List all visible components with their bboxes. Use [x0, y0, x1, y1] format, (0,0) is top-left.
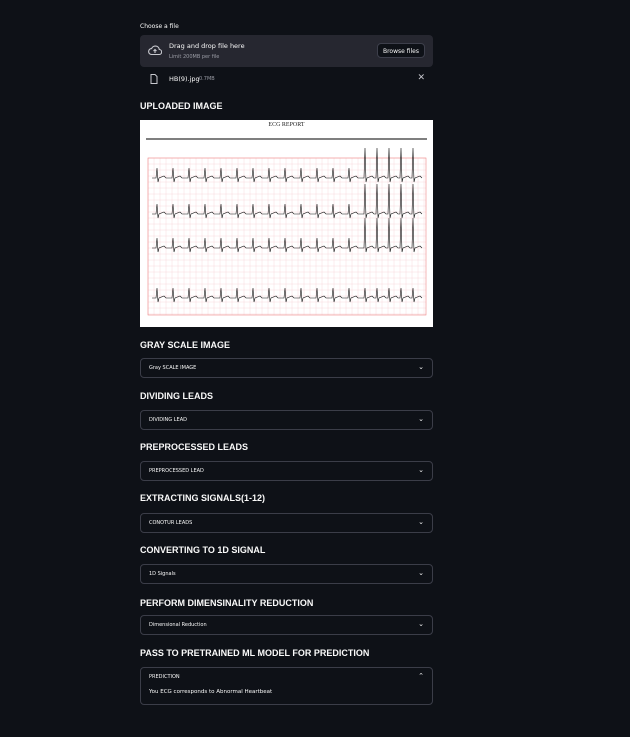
section-expander[interactable]: 1D Signals ⌄: [140, 564, 433, 584]
expander-title: Gray SCALE IMAGE: [149, 365, 197, 371]
chevron-down-icon: ⌄: [418, 415, 424, 423]
uploader-label: Choose a file: [140, 23, 179, 30]
ecg-trace: [152, 147, 423, 183]
section-heading: CONVERTING TO 1D SIGNAL: [140, 545, 266, 555]
section-heading: EXTRACTING SIGNALS(1-12): [140, 493, 266, 503]
file-size: 0.7MB: [199, 76, 215, 82]
section-expander[interactable]: CONOTUR LEADS ⌄: [140, 513, 433, 533]
ecg-trace: [152, 183, 423, 219]
uploaded-file-row: HB(9).jpg 0.7MB ✕: [140, 73, 433, 85]
drag-drop-text: Drag and drop file here: [169, 42, 245, 50]
section-heading: PREPROCESSED LEADS: [140, 442, 249, 452]
ecg-report-image: ECG REPORT: [140, 120, 433, 327]
chevron-down-icon: ⌄: [418, 363, 424, 371]
section-expander[interactable]: Dimensional Reduction ⌄: [140, 615, 433, 635]
section-expander[interactable]: Gray SCALE IMAGE ⌄: [140, 358, 433, 378]
file-icon: [150, 74, 158, 84]
ecg-trace: [152, 217, 423, 253]
prediction-heading: PASS TO PRETRAINED ML MODEL FOR PREDICTI…: [140, 648, 370, 658]
section-heading: PERFORM DIMENSINALITY REDUCTION: [140, 598, 314, 608]
cloud-upload-icon: [148, 45, 162, 56]
remove-file-icon[interactable]: ✕: [417, 73, 425, 83]
expander-title: Dimensional Reduction: [149, 622, 207, 628]
limit-text: Limit 200MB per file: [169, 54, 220, 60]
prediction-expander[interactable]: PREDICTION ⌃ You ECG corresponds to Abno…: [140, 667, 433, 705]
browse-files-button[interactable]: Browse files: [376, 43, 425, 58]
expander-title: DIVIDING LEAD: [149, 417, 187, 423]
chevron-down-icon: ⌄: [418, 569, 424, 577]
uploaded-image-heading: UPLOADED IMAGE: [140, 101, 223, 111]
expander-title: CONOTUR LEADS: [149, 520, 193, 526]
file-name: HB(9).jpg: [169, 75, 200, 83]
chevron-down-icon: ⌄: [418, 466, 424, 474]
section-expander[interactable]: PREPROCESSED LEAD ⌄: [140, 461, 433, 481]
file-dropzone[interactable]: Drag and drop file here Limit 200MB per …: [140, 35, 433, 67]
prediction-expander-title: PREDICTION: [149, 674, 180, 680]
section-expander[interactable]: DIVIDING LEAD ⌄: [140, 410, 433, 430]
section-heading: DIVIDING LEADS: [140, 391, 214, 401]
expander-title: 1D Signals: [149, 571, 176, 577]
prediction-result: You ECG corresponds to Abnormal Heartbea…: [149, 689, 273, 695]
chevron-down-icon: ⌄: [418, 620, 424, 628]
expander-title: PREPROCESSED LEAD: [149, 468, 204, 474]
chevron-up-icon: ⌃: [418, 672, 424, 680]
section-heading: GRAY SCALE IMAGE: [140, 340, 231, 350]
chevron-down-icon: ⌄: [418, 518, 424, 526]
